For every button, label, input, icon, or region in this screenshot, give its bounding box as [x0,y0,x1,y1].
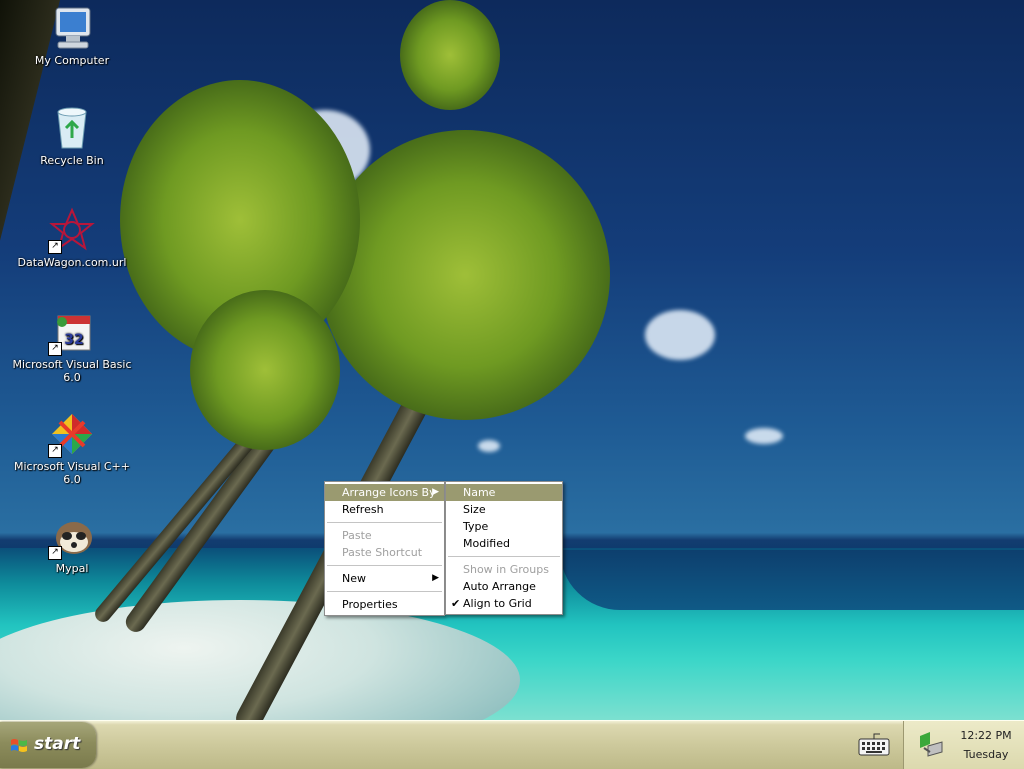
desktop-icon-visual-cpp[interactable]: ↗ Microsoft Visual C++ 6.0 [12,410,132,486]
palm-fronds [400,0,500,110]
wallpaper-cloud [745,428,783,444]
menu-item-label: Show in Groups [463,563,549,576]
menu-item-label: Refresh [342,503,384,516]
datawagon-icon: ↗ [48,206,96,254]
wallpaper-deep-water [560,550,1024,610]
desktop-icon-label: Microsoft Visual Basic 6.0 [12,358,132,384]
system-tray: 12:22 PM Tuesday [903,721,1024,769]
checkmark-icon: ✔ [451,597,461,610]
start-label: start [34,734,81,754]
desktop-icon-visual-basic[interactable]: 32 ↗ Microsoft Visual Basic 6.0 [12,308,132,384]
my-computer-icon [48,4,96,52]
shortcut-arrow-icon: ↗ [48,444,62,458]
menu-item-label: Properties [342,598,398,611]
start-button[interactable]: start [0,722,96,768]
palm-fronds [190,290,340,450]
desktop-icon-label: DataWagon.com.url [17,256,127,269]
menu-item-label: Paste Shortcut [342,546,423,559]
menu-item-name[interactable]: Name [446,484,562,501]
menu-item-size[interactable]: Size [446,501,562,518]
windows-logo-icon [11,739,27,752]
menu-item-paste[interactable]: Paste [325,527,444,544]
menu-item-label: Modified [463,537,510,550]
menu-item-label: New [342,572,366,585]
mypal-icon: ↗ [48,512,96,560]
menu-item-auto-arrange[interactable]: Auto Arrange [446,578,562,595]
recycle-bin-icon [48,104,96,152]
menu-item-label: Paste [342,529,372,542]
menu-item-align-to-grid[interactable]: ✔ Align to Grid [446,595,562,612]
wallpaper-cloud [645,310,715,360]
menu-item-new[interactable]: New ▶ [325,570,444,587]
svg-text:32: 32 [64,332,83,348]
desktop-icon-recycle-bin[interactable]: Recycle Bin [12,104,132,167]
desktop-icon-mypal[interactable]: ↗ Mypal [12,512,132,575]
desktop-icon-label: My Computer [34,54,110,67]
taskbar: start 12:22 PM Tuesday [0,720,1024,769]
desktop-icon-label: Recycle Bin [40,154,104,167]
menu-item-arrange-icons-by[interactable]: Arrange Icons By ▶ [325,484,444,501]
menu-item-label: Arrange Icons By [342,486,436,499]
menu-item-show-in-groups[interactable]: Show in Groups [446,561,562,578]
desktop-icon-label: Microsoft Visual C++ 6.0 [13,460,130,486]
visual-cpp-icon: ↗ [48,410,96,458]
clock-day: Tuesday [963,748,1009,761]
menu-separator [327,522,442,523]
menu-item-type[interactable]: Type [446,518,562,535]
desktop[interactable]: My Computer Recycle Bin ↗ DataWagon.com.… [0,0,1024,720]
clock-time[interactable]: 12:22 PM [956,729,1016,742]
menu-separator [448,556,560,557]
desktop-icon-my-computer[interactable]: My Computer [12,4,132,67]
wallpaper-cloud [478,440,500,452]
menu-separator [327,591,442,592]
menu-item-label: Type [463,520,489,533]
submenu-arrow-icon: ▶ [432,573,439,583]
palm-fronds [320,130,610,420]
submenu-arrow-icon: ▶ [432,487,439,497]
menu-item-label: Auto Arrange [463,580,536,593]
desktop-icon-datawagon[interactable]: ↗ DataWagon.com.url [12,206,132,269]
menu-item-modified[interactable]: Modified [446,535,562,552]
menu-item-refresh[interactable]: Refresh [325,501,444,518]
menu-separator [327,565,442,566]
arrange-icons-submenu: Name Size Type Modified Show in Groups A… [445,481,563,615]
keyboard-icon[interactable] [858,731,890,757]
desktop-icon-label: Mypal [55,562,89,575]
desktop-context-menu: Arrange Icons By ▶ Refresh Paste Paste S… [324,481,445,616]
network-icon[interactable] [916,730,946,760]
shortcut-arrow-icon: ↗ [48,546,62,560]
shortcut-arrow-icon: ↗ [48,342,62,356]
menu-item-label: Size [463,503,486,516]
menu-item-label: Align to Grid [463,597,532,610]
visual-basic-icon: 32 ↗ [48,308,96,356]
menu-item-label: Name [463,486,496,499]
menu-item-paste-shortcut[interactable]: Paste Shortcut [325,544,444,561]
menu-item-properties[interactable]: Properties [325,596,444,613]
shortcut-arrow-icon: ↗ [48,240,62,254]
